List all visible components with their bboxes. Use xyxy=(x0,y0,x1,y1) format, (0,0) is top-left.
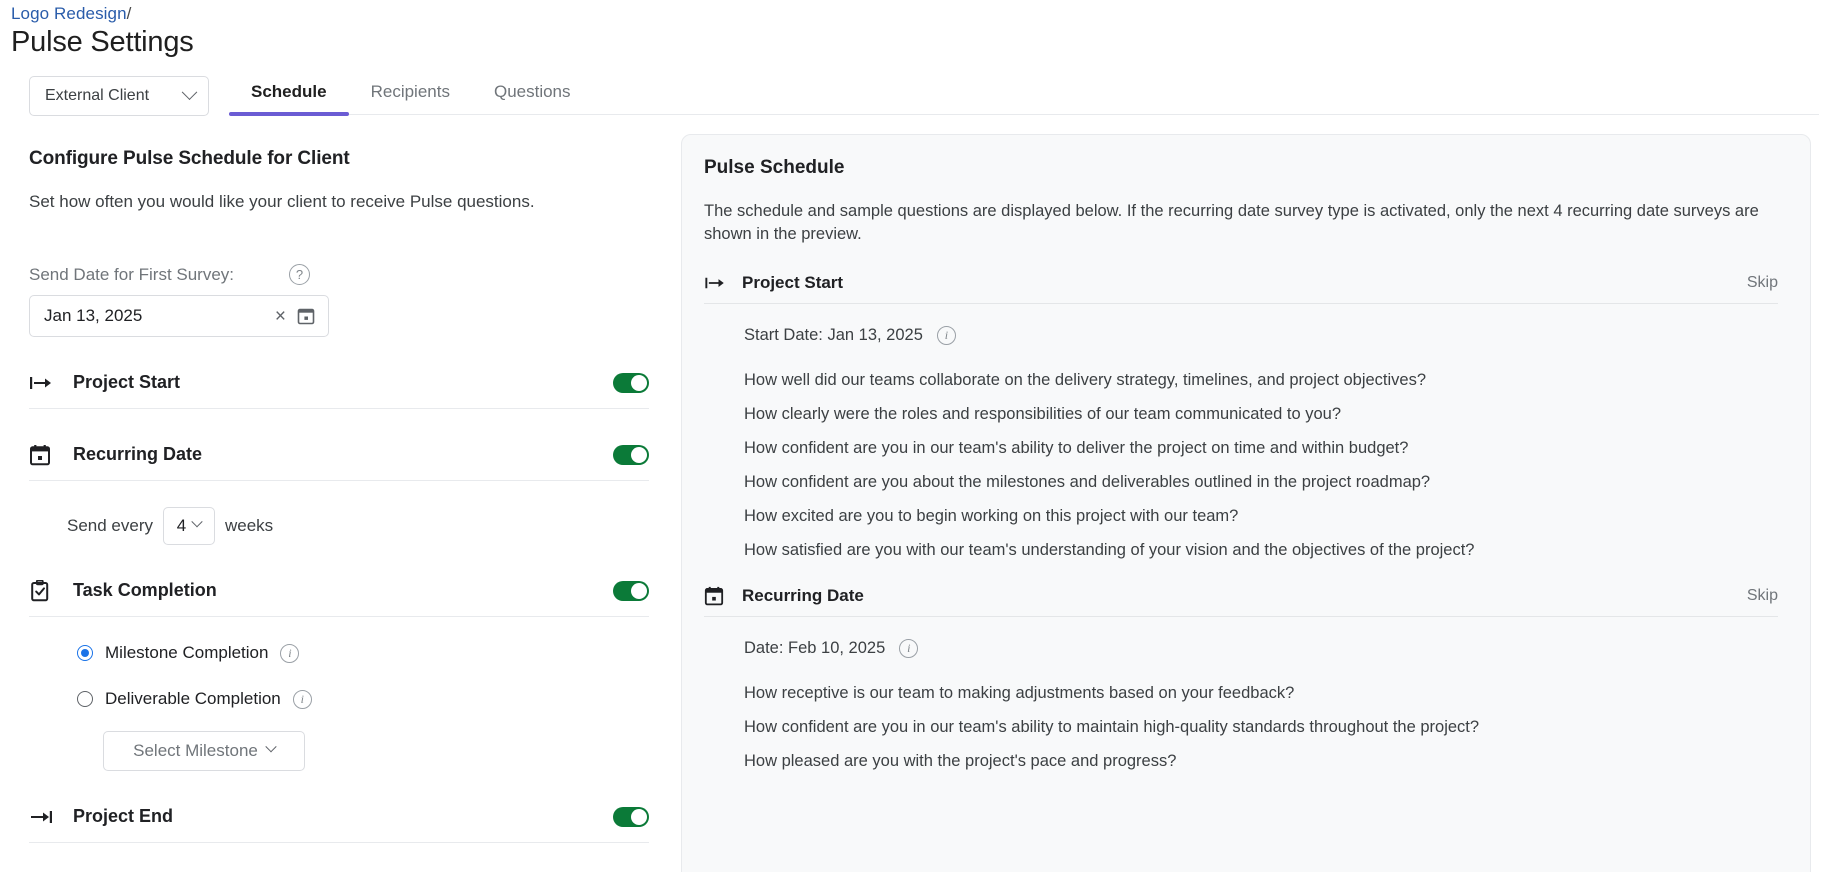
select-milestone-label: Select Milestone xyxy=(133,741,258,760)
preview-questions-project-start: How well did our teams collaborate on th… xyxy=(744,371,1778,560)
preview-date-recurring-date: Date: Feb 10, 2025 i xyxy=(744,638,1778,658)
tab-schedule[interactable]: Schedule xyxy=(229,76,349,116)
preview-question: How excited are you to begin working on … xyxy=(744,506,1239,525)
row-label-project-end: Project End xyxy=(73,806,174,826)
tabs: Schedule Recipients Questions xyxy=(229,76,593,116)
project-start-icon xyxy=(704,276,730,290)
audience-select[interactable]: External Client xyxy=(29,76,209,116)
breadcrumb-separator: / xyxy=(126,4,132,23)
tab-questions[interactable]: Questions xyxy=(472,76,593,116)
row-label-task-completion: Task Completion xyxy=(73,580,217,600)
radio-milestone-completion[interactable]: Milestone Completion i xyxy=(29,643,649,663)
radio-label-milestone: Milestone Completion xyxy=(105,643,269,662)
preview-date-label-recurring-date: Date: Feb 10, 2025 xyxy=(744,638,886,657)
row-project-start: Project Start xyxy=(29,363,649,409)
send-every-label: Send every xyxy=(67,516,153,535)
chevron-down-icon xyxy=(191,516,203,528)
info-icon[interactable]: i xyxy=(936,325,956,345)
chevron-down-icon xyxy=(181,83,198,100)
config-subheading: Set how often you would like your client… xyxy=(29,192,535,211)
preview-section-header-project-start: Project Start Skip xyxy=(704,273,1778,304)
interval-weeks-value: 4 xyxy=(176,516,187,535)
preview-question: How receptive is our team to making adju… xyxy=(744,683,1295,702)
project-end-icon xyxy=(29,809,57,825)
preview-question: How confident are you about the mileston… xyxy=(744,472,1431,491)
preview-question: How pleased are you with the project's p… xyxy=(744,751,1177,770)
interval-weeks-select[interactable]: 4 xyxy=(163,507,215,545)
radio-input-milestone[interactable] xyxy=(77,645,93,661)
recurring-interval-row: Send every 4 weeks xyxy=(29,507,649,545)
breadcrumb: Logo Redesign/ xyxy=(11,4,132,24)
toggle-project-start[interactable] xyxy=(613,372,649,393)
toggle-knob xyxy=(631,582,647,599)
toggle-project-end[interactable] xyxy=(613,806,649,827)
row-project-end: Project End xyxy=(29,797,649,843)
chevron-down-icon xyxy=(265,741,277,753)
toggle-task-completion[interactable] xyxy=(613,580,649,601)
tab-recipients[interactable]: Recipients xyxy=(349,76,472,116)
preview-question: How well did our teams collaborate on th… xyxy=(744,370,1427,389)
toggle-knob xyxy=(631,374,647,391)
preview-date-project-start: Start Date: Jan 13, 2025 i xyxy=(744,325,1778,345)
preview-section-header-recurring-date: Recurring Date Skip xyxy=(704,586,1778,617)
help-icon[interactable]: ? xyxy=(289,264,311,285)
preview-question: How satisfied are you with our team's un… xyxy=(744,540,1475,559)
preview-question: How confident are you in our team's abil… xyxy=(744,438,1409,457)
preview-section-title-project-start: Project Start xyxy=(742,272,844,292)
skip-button-recurring-date[interactable]: Skip xyxy=(1747,587,1778,605)
toggle-knob xyxy=(631,808,647,825)
preview-date-label-project-start: Start Date: Jan 13, 2025 xyxy=(744,325,923,344)
preview-title: Pulse Schedule xyxy=(704,157,845,178)
radio-deliverable-completion[interactable]: Deliverable Completion i xyxy=(29,689,649,709)
clipboard-check-icon xyxy=(29,579,57,602)
info-icon[interactable]: i xyxy=(292,689,312,709)
audience-select-value: External Client xyxy=(45,87,150,104)
send-date-value: Jan 13, 2025 xyxy=(44,306,143,325)
config-heading: Configure Pulse Schedule for Client xyxy=(29,148,350,169)
toggle-recurring-date[interactable] xyxy=(613,444,649,465)
schedule-config-panel: Configure Pulse Schedule for Client Set … xyxy=(29,148,649,843)
calendar-icon xyxy=(704,586,730,606)
select-milestone-button[interactable]: Select Milestone xyxy=(103,731,305,771)
calendar-icon[interactable] xyxy=(296,306,316,326)
calendar-icon xyxy=(29,444,57,466)
row-label-recurring-date: Recurring Date xyxy=(73,444,203,464)
send-date-label: Send Date for First Survey: xyxy=(29,264,235,284)
send-date-input[interactable]: Jan 13, 2025 × xyxy=(29,295,329,337)
info-icon[interactable]: i xyxy=(899,638,919,658)
preview-questions-recurring-date: How receptive is our team to making adju… xyxy=(744,684,1778,771)
pulse-settings-page: Logo Redesign/ Pulse Settings External C… xyxy=(0,0,1839,872)
preview-question: How clearly were the roles and responsib… xyxy=(744,404,1342,423)
preview-question: How confident are you in our team's abil… xyxy=(744,717,1480,736)
row-recurring-date: Recurring Date xyxy=(29,435,649,481)
toggle-knob xyxy=(631,446,647,463)
row-label-project-start: Project Start xyxy=(73,372,181,392)
info-icon[interactable]: i xyxy=(280,643,300,663)
send-date-label-row: Send Date for First Survey: ? xyxy=(29,264,649,285)
skip-button-project-start[interactable]: Skip xyxy=(1747,274,1778,292)
project-start-icon xyxy=(29,375,57,391)
weeks-label: weeks xyxy=(225,516,274,535)
row-task-completion: Task Completion xyxy=(29,571,649,617)
pulse-schedule-preview: Pulse Schedule The schedule and sample q… xyxy=(681,134,1811,872)
page-title: Pulse Settings xyxy=(11,26,194,58)
clear-icon[interactable]: × xyxy=(271,307,296,326)
preview-section-title-recurring-date: Recurring Date xyxy=(742,585,864,605)
radio-label-deliverable: Deliverable Completion xyxy=(105,689,281,708)
preview-description: The schedule and sample questions are di… xyxy=(704,202,1759,244)
radio-input-deliverable[interactable] xyxy=(77,691,93,707)
breadcrumb-link-project[interactable]: Logo Redesign xyxy=(11,4,127,23)
